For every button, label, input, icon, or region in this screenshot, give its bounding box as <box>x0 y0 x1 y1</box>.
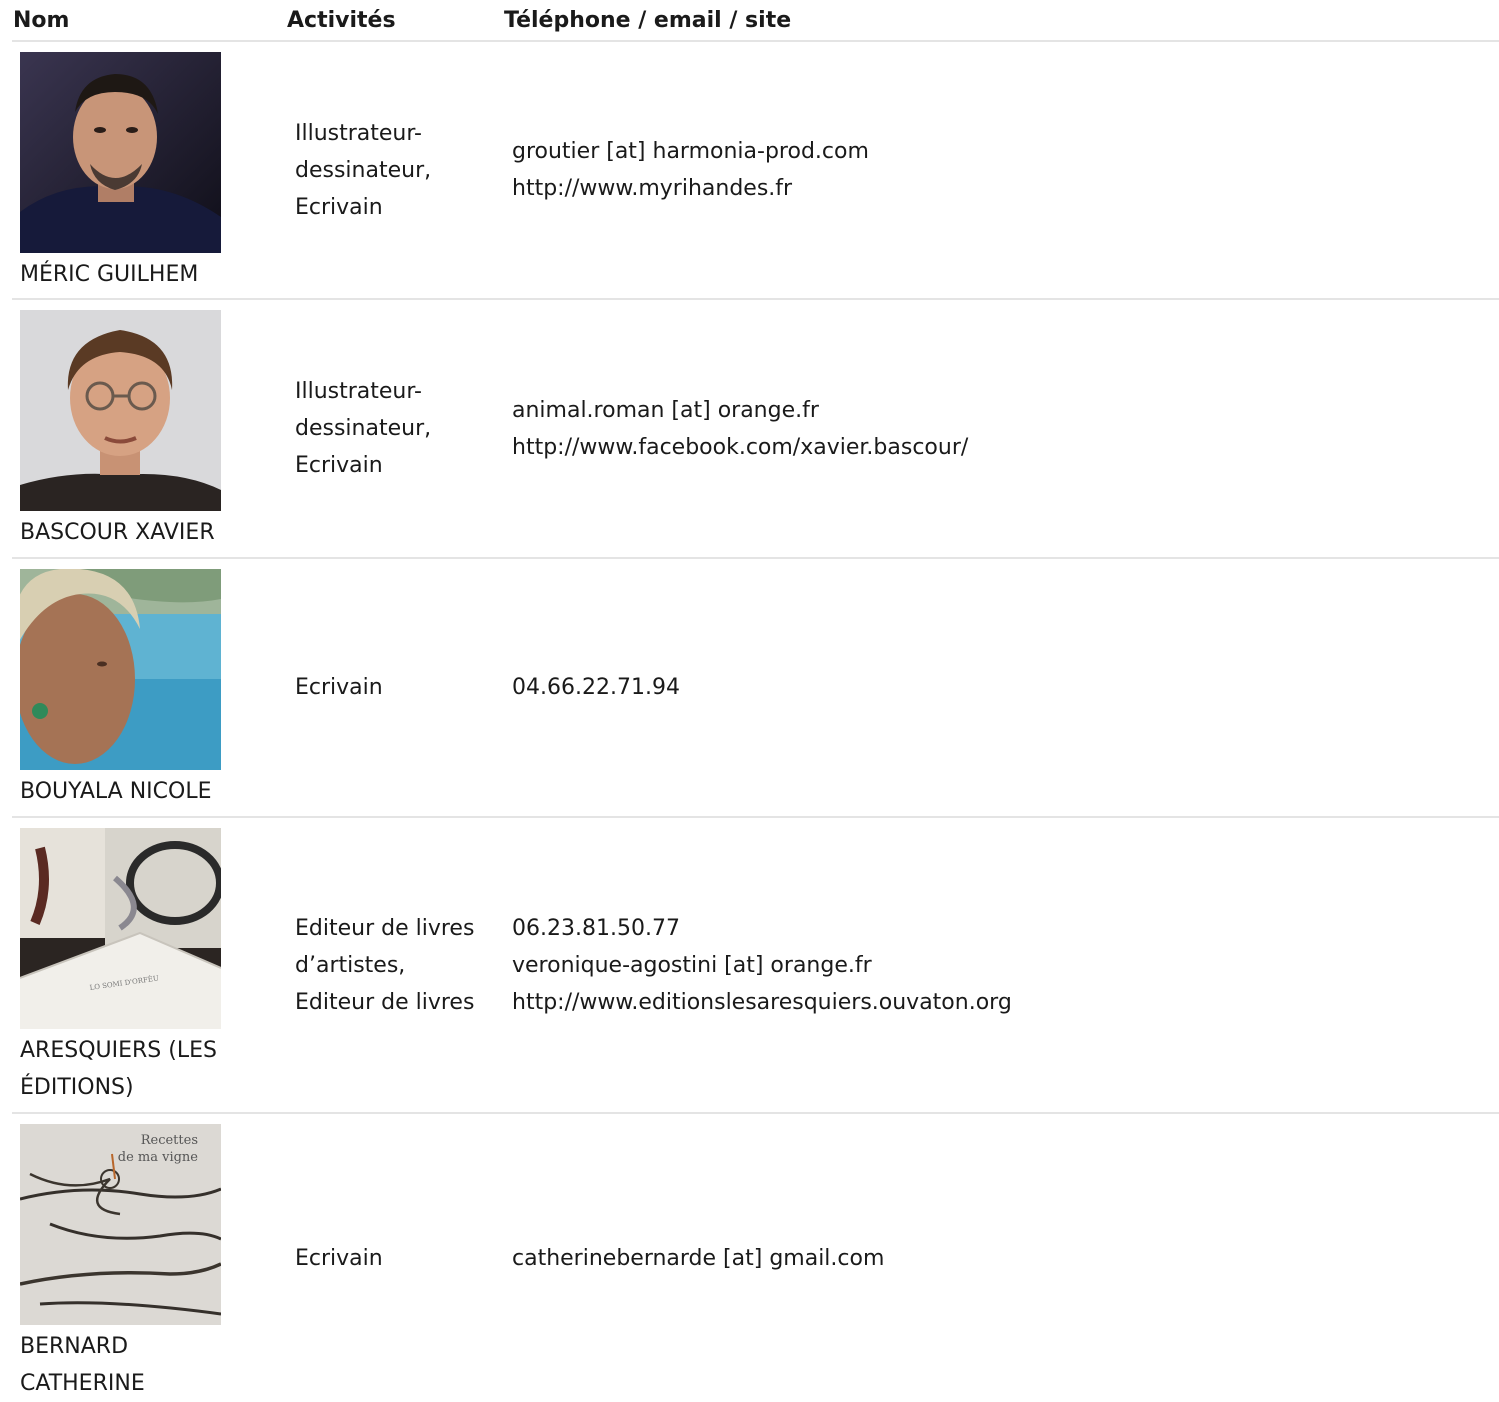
person-name: BOUYALA NICOLE <box>20 779 212 804</box>
table-row: MÉRIC GUILHEM Illustrateur- dessinateur,… <box>12 41 1499 300</box>
activity-line: Illustrateur- <box>295 379 422 404</box>
table-row: Recettes de ma vigne BERNARD CATHERINE E… <box>12 1113 1499 1402</box>
activities-cell: Ecrivain <box>287 1113 504 1402</box>
portrait-photo[interactable] <box>20 310 221 511</box>
phone-text[interactable]: 04.66.22.71.94 <box>512 669 1499 706</box>
contact-cell: 06.23.81.50.77 veronique-agostini [at] o… <box>504 817 1499 1114</box>
contact-cell: animal.roman [at] orange.fr http://www.f… <box>504 299 1499 559</box>
portrait-photo[interactable] <box>20 569 221 770</box>
name-cell: MÉRIC GUILHEM <box>12 41 287 300</box>
contact-cell: groutier [at] harmonia-prod.com http://w… <box>504 41 1499 300</box>
name-cell: BASCOUR XAVIER <box>12 299 287 559</box>
book-cover-subtitle: de ma vigne <box>118 1150 199 1165</box>
activity-line: Illustrateur- <box>295 120 422 146</box>
activity-line: Ecrivain <box>295 453 383 478</box>
activity-line: Ecrivain <box>295 1245 383 1271</box>
column-header-contact: Téléphone / email / site <box>504 0 1499 42</box>
table-row: BOUYALA NICOLE Ecrivain 04.66.22.71.94 <box>12 558 1499 818</box>
portrait-photo[interactable] <box>20 52 221 253</box>
activity-line: dessinateur, <box>295 416 432 441</box>
activity-line: Editeur de livres <box>295 989 475 1015</box>
contact-cell: catherinebernarde [at] gmail.com <box>504 1113 1499 1402</box>
author-directory: Nom Activités Téléphone / email / site M… <box>12 0 1499 1402</box>
activity-line: dessinateur, <box>295 157 432 183</box>
activity-line: Ecrivain <box>295 194 383 220</box>
website-link[interactable]: http://www.myrihandes.fr <box>512 170 1499 207</box>
column-header-activities: Activités <box>287 0 504 42</box>
activity-line: Editeur de livres <box>295 915 475 941</box>
website-link[interactable]: http://www.editionslesaresquiers.ouvaton… <box>512 984 1499 1021</box>
book-cover-title: Recettes <box>141 1133 198 1148</box>
column-header-name: Nom <box>12 0 287 42</box>
activities-cell: Illustrateur- dessinateur, Ecrivain <box>287 299 504 559</box>
person-name: BERNARD CATHERINE <box>20 1334 145 1396</box>
name-cell: LO SOMI D'ORFÈU ARESQUIERS (LES ÉDITIONS… <box>12 817 287 1114</box>
artist-book-photo[interactable]: LO SOMI D'ORFÈU <box>20 828 221 1029</box>
activity-line: Ecrivain <box>295 675 383 700</box>
activities-cell: Editeur de livres d’artistes, Editeur de… <box>287 817 504 1114</box>
table-row: BASCOUR XAVIER Illustrateur- dessinateur… <box>12 299 1499 559</box>
email-text[interactable]: groutier [at] harmonia-prod.com <box>512 133 1499 170</box>
book-cover-photo[interactable]: Recettes de ma vigne <box>20 1124 221 1325</box>
person-name: MÉRIC GUILHEM <box>20 262 199 287</box>
activity-line: d’artistes, <box>295 952 406 978</box>
table-header-row: Nom Activités Téléphone / email / site <box>12 0 1499 42</box>
name-cell: Recettes de ma vigne BERNARD CATHERINE <box>12 1113 287 1402</box>
activities-cell: Ecrivain <box>287 558 504 818</box>
email-text[interactable]: veronique-agostini [at] orange.fr <box>512 947 1499 984</box>
publisher-name: ARESQUIERS (LES ÉDITIONS) <box>20 1038 217 1100</box>
table-row: LO SOMI D'ORFÈU ARESQUIERS (LES ÉDITIONS… <box>12 817 1499 1114</box>
name-cell: BOUYALA NICOLE <box>12 558 287 818</box>
website-link[interactable]: http://www.facebook.com/xavier.bascour/ <box>512 429 1499 466</box>
phone-text[interactable]: 06.23.81.50.77 <box>512 910 1499 947</box>
directory-table: Nom Activités Téléphone / email / site M… <box>12 0 1499 1402</box>
email-text[interactable]: animal.roman [at] orange.fr <box>512 392 1499 429</box>
contact-cell: 04.66.22.71.94 <box>504 558 1499 818</box>
activities-cell: Illustrateur- dessinateur, Ecrivain <box>287 41 504 300</box>
person-name: BASCOUR XAVIER <box>20 520 215 545</box>
email-text[interactable]: catherinebernarde [at] gmail.com <box>512 1240 1499 1277</box>
